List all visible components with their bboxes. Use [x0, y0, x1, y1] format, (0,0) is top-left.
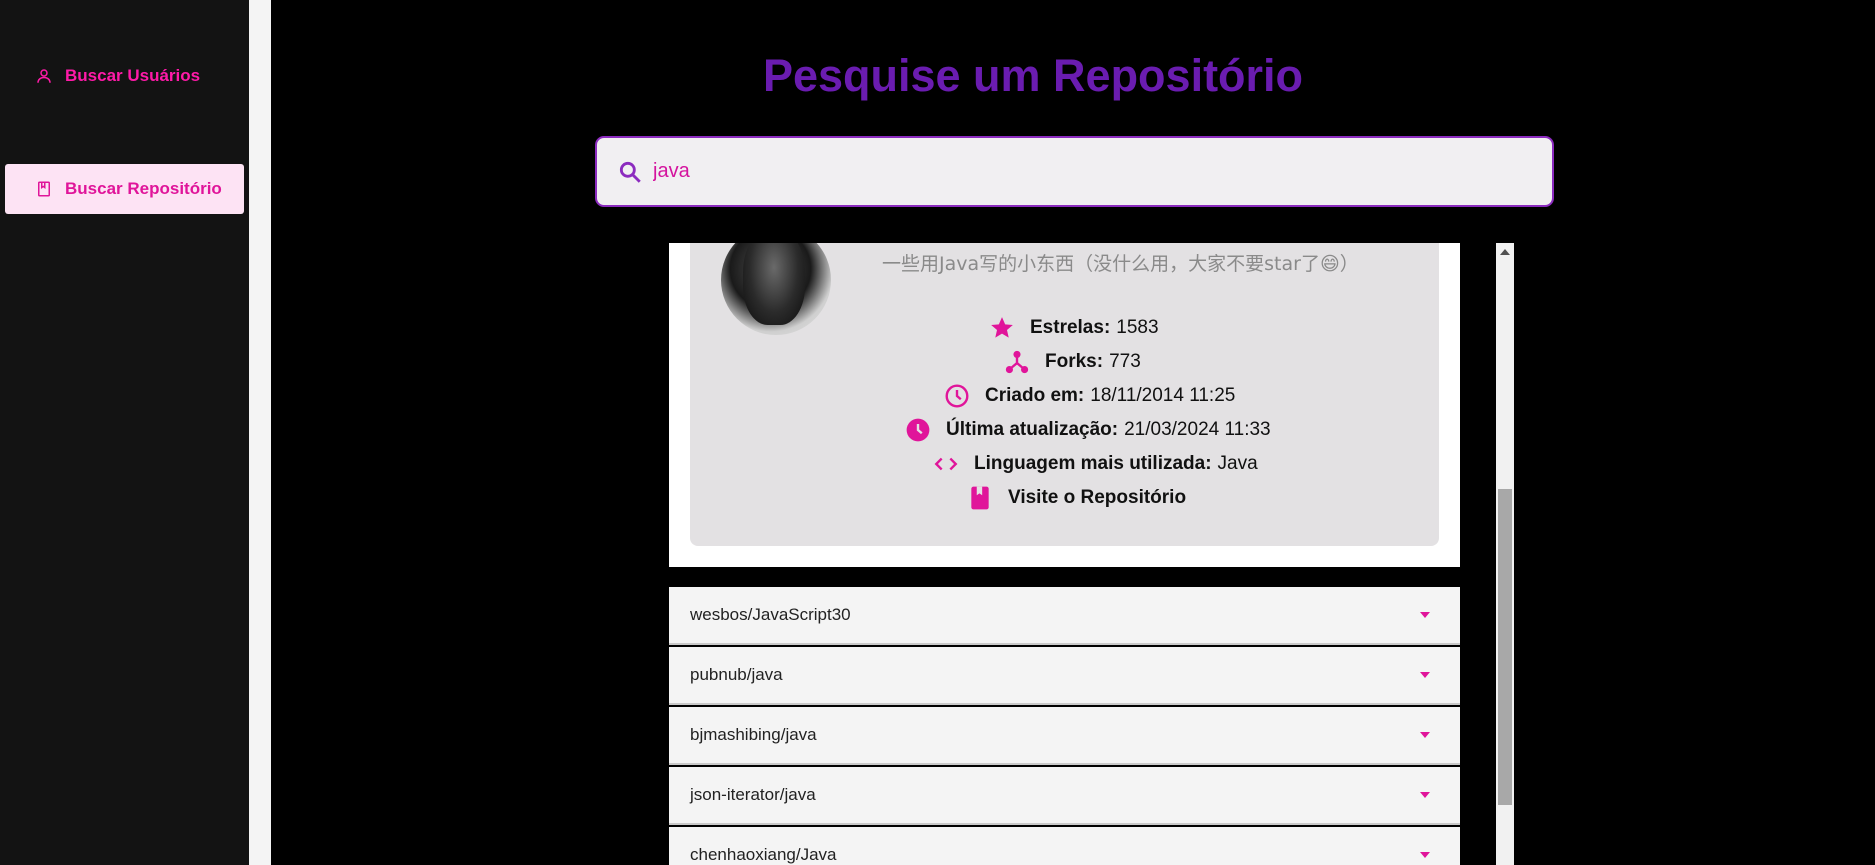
sidebar-item-label: Buscar Repositório: [65, 179, 222, 198]
stat-updated: Última atualização: 21/03/2024 11:33: [905, 417, 1271, 443]
repo-card: 一些用Java写的小东西（没什么用，大家不要star了😄） Estrelas: …: [690, 243, 1439, 546]
visit-repository-link[interactable]: Visite o Repositório: [967, 485, 1186, 511]
repo-list-item[interactable]: json-iterator/java: [669, 767, 1460, 825]
search-icon: [617, 159, 643, 185]
sidebar-divider: [249, 0, 271, 865]
caret-down-icon: [1420, 732, 1430, 738]
caret-down-icon: [1420, 672, 1430, 678]
repo-list-item[interactable]: bjmashibing/java: [669, 707, 1460, 765]
sidebar-item-repositories[interactable]: Buscar Repositório: [5, 164, 244, 214]
scroll-up-arrow-icon[interactable]: [1500, 249, 1510, 255]
results-panel: 一些用Java写的小东西（没什么用，大家不要star了😄） Estrelas: …: [669, 243, 1460, 865]
avatar: [721, 243, 831, 335]
repo-list-item[interactable]: pubnub/java: [669, 647, 1460, 705]
star-icon: [989, 315, 1015, 341]
user-icon: [35, 67, 53, 85]
repo-list-item[interactable]: chenhaoxiang/Java: [669, 827, 1460, 865]
repo-list-item[interactable]: wesbos/JavaScript30: [669, 587, 1460, 645]
stat-stars: Estrelas: 1583: [989, 315, 1159, 341]
repo-card-container: 一些用Java写的小东西（没什么用，大家不要star了😄） Estrelas: …: [669, 243, 1460, 567]
fork-icon: [1004, 349, 1030, 375]
sidebar-item-users[interactable]: Buscar Usuários: [5, 51, 244, 101]
main-content: Pesquise um Repositório 一些用Java写的小东西（没什么…: [271, 0, 1875, 865]
search-box[interactable]: [595, 136, 1554, 207]
repo-description: 一些用Java写的小东西（没什么用，大家不要star了😄）: [882, 253, 1359, 275]
page-title: Pesquise um Repositório: [762, 50, 1304, 101]
caret-down-icon: [1420, 852, 1430, 858]
stat-language: Linguagem mais utilizada: Java: [933, 451, 1258, 477]
clock-outline-icon: [944, 383, 970, 409]
sidebar: Buscar Usuários Buscar Repositório: [0, 0, 249, 865]
caret-down-icon: [1420, 792, 1430, 798]
stat-forks: Forks: 773: [1004, 349, 1141, 375]
search-input[interactable]: [653, 160, 1513, 183]
scrollbar-thumb[interactable]: [1498, 489, 1512, 805]
code-icon: [933, 451, 959, 477]
results-scrollbar[interactable]: [1496, 243, 1514, 865]
sidebar-item-label: Buscar Usuários: [65, 66, 201, 85]
caret-down-icon: [1420, 612, 1430, 618]
clock-filled-icon: [905, 417, 931, 443]
book-icon: [35, 180, 53, 198]
book-filled-icon: [967, 485, 993, 511]
stat-created: Criado em: 18/11/2014 11:25: [944, 383, 1235, 409]
